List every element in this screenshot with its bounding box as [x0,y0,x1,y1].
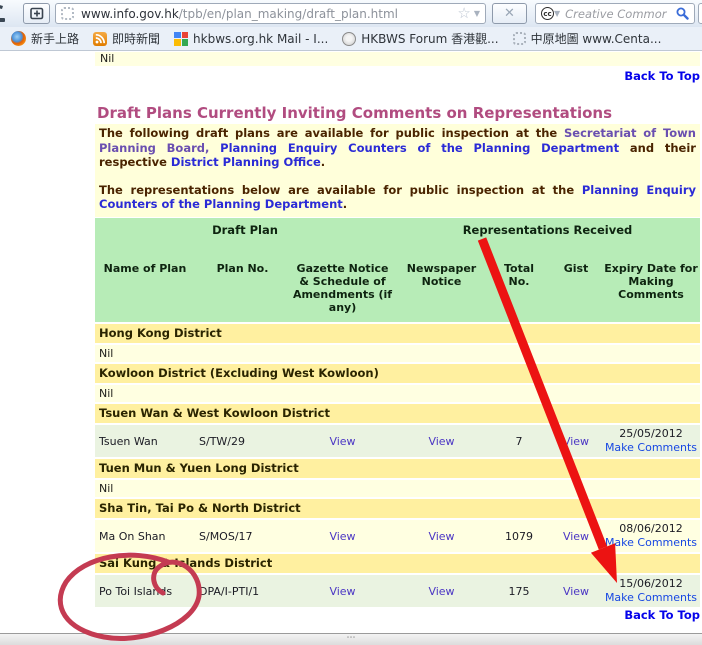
page-content: Nil Back To Top Draft Plans Currently In… [0,51,702,633]
back-to-top-link-top[interactable]: Back To Top [95,69,700,83]
make-comments-link[interactable]: Make Comments [602,591,700,605]
expiry-cell: 08/06/2012Make Comments [602,522,700,550]
plan-name-cell: Tsuen Wan [95,435,195,448]
expiry-date: 25/05/2012 [602,427,700,441]
gist-view-link[interactable]: View [550,530,602,543]
plan-name-cell: Ma On Shan [95,530,195,543]
bookmark-item-hkbws-mail[interactable]: hkbws.org.hk Mail - I... [167,29,335,49]
gazette-view-link[interactable]: View [290,530,395,543]
total-no-cell: 1079 [488,530,550,543]
column-header-gist: Gist [550,262,602,314]
star-dropdown-icon[interactable]: ▼ [474,10,480,18]
group-header-draft-plan: Draft Plan [95,223,395,237]
gist-view-link[interactable]: View [550,585,602,598]
gazette-view-link[interactable]: View [290,585,395,598]
page-title: Draft Plans Currently Inviting Comments … [97,104,697,122]
search-box[interactable]: cc ▼ Creative Commor [535,3,695,24]
enquiry-counters-link[interactable]: Planning Enquiry Counters of the Plannin… [220,141,619,155]
creative-commons-icon: cc [541,7,554,20]
expiry-date: 15/06/2012 [602,577,700,591]
newspaper-view-link[interactable]: View [395,585,488,598]
rss-icon [93,32,107,46]
search-icon[interactable] [676,7,689,20]
total-no-cell: 175 [488,585,550,598]
nil-row: Nil [95,385,700,402]
nil-strip: Nil [95,52,700,66]
district-header-row: Tsuen Wan & West Kowloon District [95,404,700,423]
table-row: Tsuen WanS/TW/29ViewView7View25/05/2012M… [95,425,700,457]
newspaper-view-link[interactable]: View [395,530,488,543]
district-header-row: Sai Kung & Islands District [95,554,700,573]
bookmark-item-getting-started[interactable]: 新手上路 [4,29,86,49]
expiry-cell: 25/05/2012Make Comments [602,427,700,455]
emblem-icon [342,32,356,46]
navigation-toolbar: www.info.gov.hk/tpb/en/plan_making/draft… [0,0,702,27]
column-header-gazette-notice: Gazette Notice & Schedule of Amendments … [290,262,395,314]
table-body: Hong Kong District Nil Kowloon District (E… [95,324,700,607]
bookmarks-toolbar: 新手上路 即時新聞 hkbws.org.hk Mail - I... HKBWS… [0,27,702,51]
district-header-row: Hong Kong District [95,324,700,343]
gazette-view-link[interactable]: View [290,435,395,448]
column-header-expiry-date: Expiry Date for Making Comments [602,262,700,314]
placeholder-icon [513,32,526,45]
default-favicon-icon [61,7,74,20]
google-icon [174,32,188,46]
bookmark-item-centamap[interactable]: 中原地圖 www.Centa... [506,29,669,49]
url-bar[interactable]: www.info.gov.hk/tpb/en/plan_making/draft… [55,3,486,24]
bookmark-item-latest-news[interactable]: 即時新聞 [86,29,167,49]
table-row: Ma On ShanS/MOS/17ViewView1079View08/06/… [95,520,700,552]
nil-row: Nil [95,345,700,362]
clipped-toolbar-button [698,3,702,24]
table-header: Draft Plan Representations Received Name… [95,218,700,322]
plan-no-cell: DPA/I-PTI/1 [195,585,290,598]
total-no-cell: 7 [488,435,550,448]
district-header-row: Kowloon District (Excluding West Kowloon… [95,364,700,383]
paragraph-draft-plans: The following draft plans are available … [99,126,696,170]
status-bar: ⋯ [0,633,702,645]
clipped-toolbar-icon[interactable] [0,2,8,24]
firefox-icon [11,31,26,46]
grippy-icon: ⋯ [347,633,356,643]
browser-window: www.info.gov.hk/tpb/en/plan_making/draft… [0,0,702,645]
paragraph-representations: The representations below are available … [99,183,696,212]
plan-no-cell: S/MOS/17 [195,530,290,543]
expiry-cell: 15/06/2012Make Comments [602,577,700,605]
plan-no-cell: S/TW/29 [195,435,290,448]
search-engine-dropdown-icon[interactable]: ▼ [554,10,560,18]
make-comments-link[interactable]: Make Comments [602,441,700,455]
district-planning-office-link[interactable]: District Planning Office [171,155,321,169]
district-header-row: Sha Tin, Tai Po & North District [95,499,700,518]
search-input[interactable]: Creative Commor [565,7,676,21]
column-header-name-of-plan: Name of Plan [95,262,195,314]
bookmark-page-button[interactable] [23,3,50,24]
window-plus-icon [30,7,44,20]
gist-view-link[interactable]: View [550,435,602,448]
bookmark-item-hkbws-forum[interactable]: HKBWS Forum 香港觀... [335,29,505,49]
stop-button[interactable]: ✕ [492,3,527,24]
column-header-newspaper-notice: Newspaper Notice [395,262,488,314]
newspaper-view-link[interactable]: View [395,435,488,448]
url-text: www.info.gov.hk/tpb/en/plan_making/draft… [81,7,398,21]
draft-plans-table: Draft Plan Representations Received Name… [95,218,700,607]
district-header-row: Tuen Mun & Yuen Long District [95,459,700,478]
column-header-total-no: Total No. [488,262,550,314]
group-header-representations: Representations Received [395,223,700,237]
make-comments-link[interactable]: Make Comments [602,536,700,550]
nil-row: Nil [95,480,700,497]
plan-name-cell: Po Toi Islands [95,585,195,598]
column-header-plan-no: Plan No. [195,262,290,314]
table-row: Po Toi IslandsDPA/I-PTI/1ViewView175View… [95,575,700,607]
back-to-top-link-bottom[interactable]: Back To Top [95,608,700,622]
expiry-date: 08/06/2012 [602,522,700,536]
intro-paragraphs: The following draft plans are available … [95,124,700,217]
bookmark-star-icon[interactable]: ☆ [457,6,470,21]
